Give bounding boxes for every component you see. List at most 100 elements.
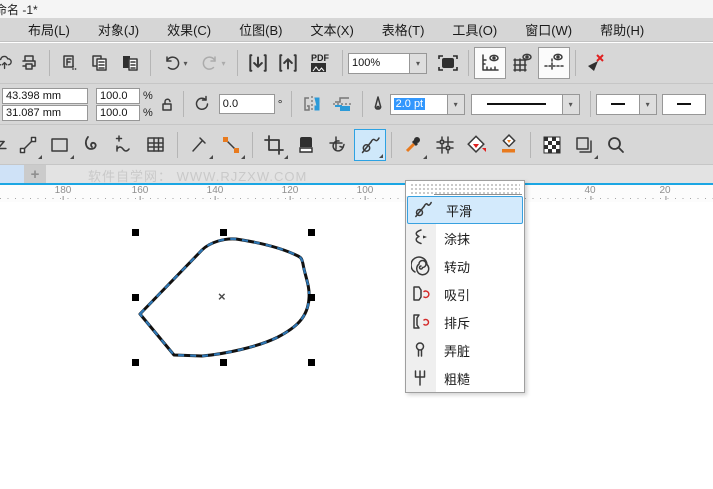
redo-icon[interactable]: ▾ <box>194 48 232 78</box>
free-transform-icon[interactable] <box>322 129 354 161</box>
flyout-item-roughen[interactable]: 粗糙 <box>406 364 524 392</box>
pdf-icon[interactable]: PDF <box>303 48 337 78</box>
selection-handle-top-mid[interactable] <box>220 229 227 236</box>
toggle-rulers-icon[interactable] <box>474 47 506 79</box>
outline-width-dropdown-icon[interactable]: ▾ <box>447 93 465 115</box>
selection-handle-mid-left[interactable] <box>132 294 139 301</box>
paste-icon[interactable] <box>115 48 145 78</box>
add-tab-button[interactable]: + <box>24 165 46 183</box>
selection-handle-bottom-mid[interactable] <box>220 359 227 366</box>
rotate-icon <box>189 89 215 119</box>
import-icon[interactable] <box>243 48 273 78</box>
undo-icon[interactable]: ▾ <box>156 48 194 78</box>
solid-line-glyph <box>487 103 546 105</box>
mirror-vertical-icon[interactable] <box>327 89 357 119</box>
arrow-start-combo[interactable]: ▾ <box>595 93 657 115</box>
undo-dropdown-icon[interactable]: ▾ <box>183 59 187 68</box>
shape-edit-partial-icon[interactable] <box>0 129 12 161</box>
selection-handle-top-left[interactable] <box>132 229 139 236</box>
line-style-combo[interactable]: ▾ <box>470 93 580 115</box>
eraser-icon[interactable] <box>290 129 322 161</box>
ruler-number: 20 <box>659 185 671 200</box>
zoom-level-value[interactable]: 100% <box>348 52 410 74</box>
flyout-item-twirl[interactable]: 转动 <box>406 252 524 280</box>
print-icon[interactable] <box>14 48 44 78</box>
pages-icon[interactable] <box>568 129 600 161</box>
scale-x-field[interactable]: 100.0 <box>96 87 140 104</box>
selection-handle-bottom-right[interactable] <box>308 359 315 366</box>
menu-tools[interactable]: 工具(O) <box>438 18 511 41</box>
menu-window[interactable]: 窗口(W) <box>511 18 586 41</box>
menu-text[interactable]: 文本(X) <box>296 18 367 41</box>
fullscreen-preview-icon[interactable] <box>433 48 463 78</box>
smooth-tool-icon[interactable] <box>354 128 386 161</box>
menu-table[interactable]: 表格(T) <box>368 18 439 41</box>
toggle-grid-icon[interactable] <box>506 47 538 79</box>
redo-dropdown-icon[interactable]: ▾ <box>221 59 225 68</box>
toggle-guidelines-icon[interactable] <box>538 47 570 79</box>
paste-special-icon[interactable] <box>55 48 85 78</box>
document-tab[interactable] <box>0 165 24 183</box>
flyout-item-repel[interactable]: 排斥 <box>406 308 524 336</box>
menu-layout[interactable]: 布局(L) <box>14 18 84 41</box>
smart-drawing-icon[interactable] <box>183 129 215 161</box>
color-applicator-icon[interactable] <box>493 129 525 161</box>
freehand-icon[interactable] <box>12 129 44 161</box>
object-width-field[interactable]: 43.398 mm <box>2 87 88 104</box>
connector-icon[interactable] <box>215 129 247 161</box>
outline-width-combo[interactable]: 2.0 pt ▾ <box>389 93 465 115</box>
flyout-item-smooth[interactable]: 平滑 <box>407 196 523 224</box>
selection-handle-mid-right[interactable] <box>308 294 315 301</box>
app-window: 命名 -1* 布局(L) 对象(J) 效果(C) 位图(B) 文本(X) 表格(… <box>0 0 713 489</box>
curve-icon[interactable] <box>76 129 108 161</box>
menu-bitmaps[interactable]: 位图(B) <box>225 18 296 41</box>
cloud-upload-icon[interactable] <box>0 48 14 78</box>
snap-off-icon[interactable] <box>581 48 611 78</box>
smart-fill-icon[interactable] <box>461 129 493 161</box>
separator <box>290 91 292 117</box>
object-height-field[interactable]: 31.087 mm <box>2 104 88 121</box>
selection-handle-bottom-left[interactable] <box>132 359 139 366</box>
drawing-canvas[interactable]: × <box>0 202 713 489</box>
mirror-horizontal-icon[interactable] <box>297 89 327 119</box>
flyout-item-attract[interactable]: 吸引 <box>406 280 524 308</box>
zoom-dropdown-icon[interactable]: ▾ <box>410 52 427 74</box>
line-style-dropdown-icon[interactable]: ▾ <box>562 93 580 115</box>
artistic-media-icon[interactable] <box>108 129 140 161</box>
ruler-number: 100 <box>356 185 374 200</box>
flyout-item-smudge[interactable]: 涂抹 <box>406 224 524 252</box>
pattern-icon[interactable] <box>536 129 568 161</box>
scale-y-field[interactable]: 100.0 <box>96 104 140 121</box>
flyout-item-label: 涂抹 <box>444 231 471 247</box>
twirl-icon <box>406 256 436 276</box>
export-icon[interactable] <box>273 48 303 78</box>
flyout-item-label: 转动 <box>444 259 471 275</box>
copy-icon[interactable] <box>85 48 115 78</box>
line-style-preview[interactable] <box>470 93 563 115</box>
eyedropper-icon[interactable] <box>397 129 429 161</box>
arrow-end-combo[interactable] <box>661 93 706 115</box>
mesh-fill-icon[interactable] <box>429 129 461 161</box>
table-icon[interactable] <box>140 129 172 161</box>
scale-fields: 100.0 % 100.0 % <box>96 87 156 121</box>
rectangle-icon[interactable] <box>44 129 76 161</box>
selected-shape[interactable] <box>130 230 330 370</box>
rotation-angle-field[interactable]: 0.0 <box>218 94 275 114</box>
zoom-level-combo[interactable]: 100% ▾ <box>348 52 427 74</box>
menu-effects[interactable]: 效果(C) <box>153 18 225 41</box>
unlock-ratio-icon[interactable] <box>156 89 178 119</box>
selection-handle-top-right[interactable] <box>308 229 315 236</box>
arrow-start-dropdown-icon[interactable]: ▾ <box>639 93 657 115</box>
percent-label: % <box>143 89 153 102</box>
zoom-tool-icon[interactable] <box>600 129 632 161</box>
crop-icon[interactable] <box>258 129 290 161</box>
menu-help[interactable]: 帮助(H) <box>586 18 658 41</box>
flyout-grip[interactable] <box>410 183 520 194</box>
arrow-start-preview[interactable] <box>595 93 640 115</box>
arrow-end-preview[interactable] <box>661 93 706 115</box>
outline-width-field[interactable]: 2.0 pt <box>389 93 448 115</box>
menu-object[interactable]: 对象(J) <box>84 18 153 41</box>
attract-icon <box>406 284 436 304</box>
flyout-item-smear[interactable]: 弄脏 <box>406 336 524 364</box>
repel-icon <box>406 312 436 332</box>
